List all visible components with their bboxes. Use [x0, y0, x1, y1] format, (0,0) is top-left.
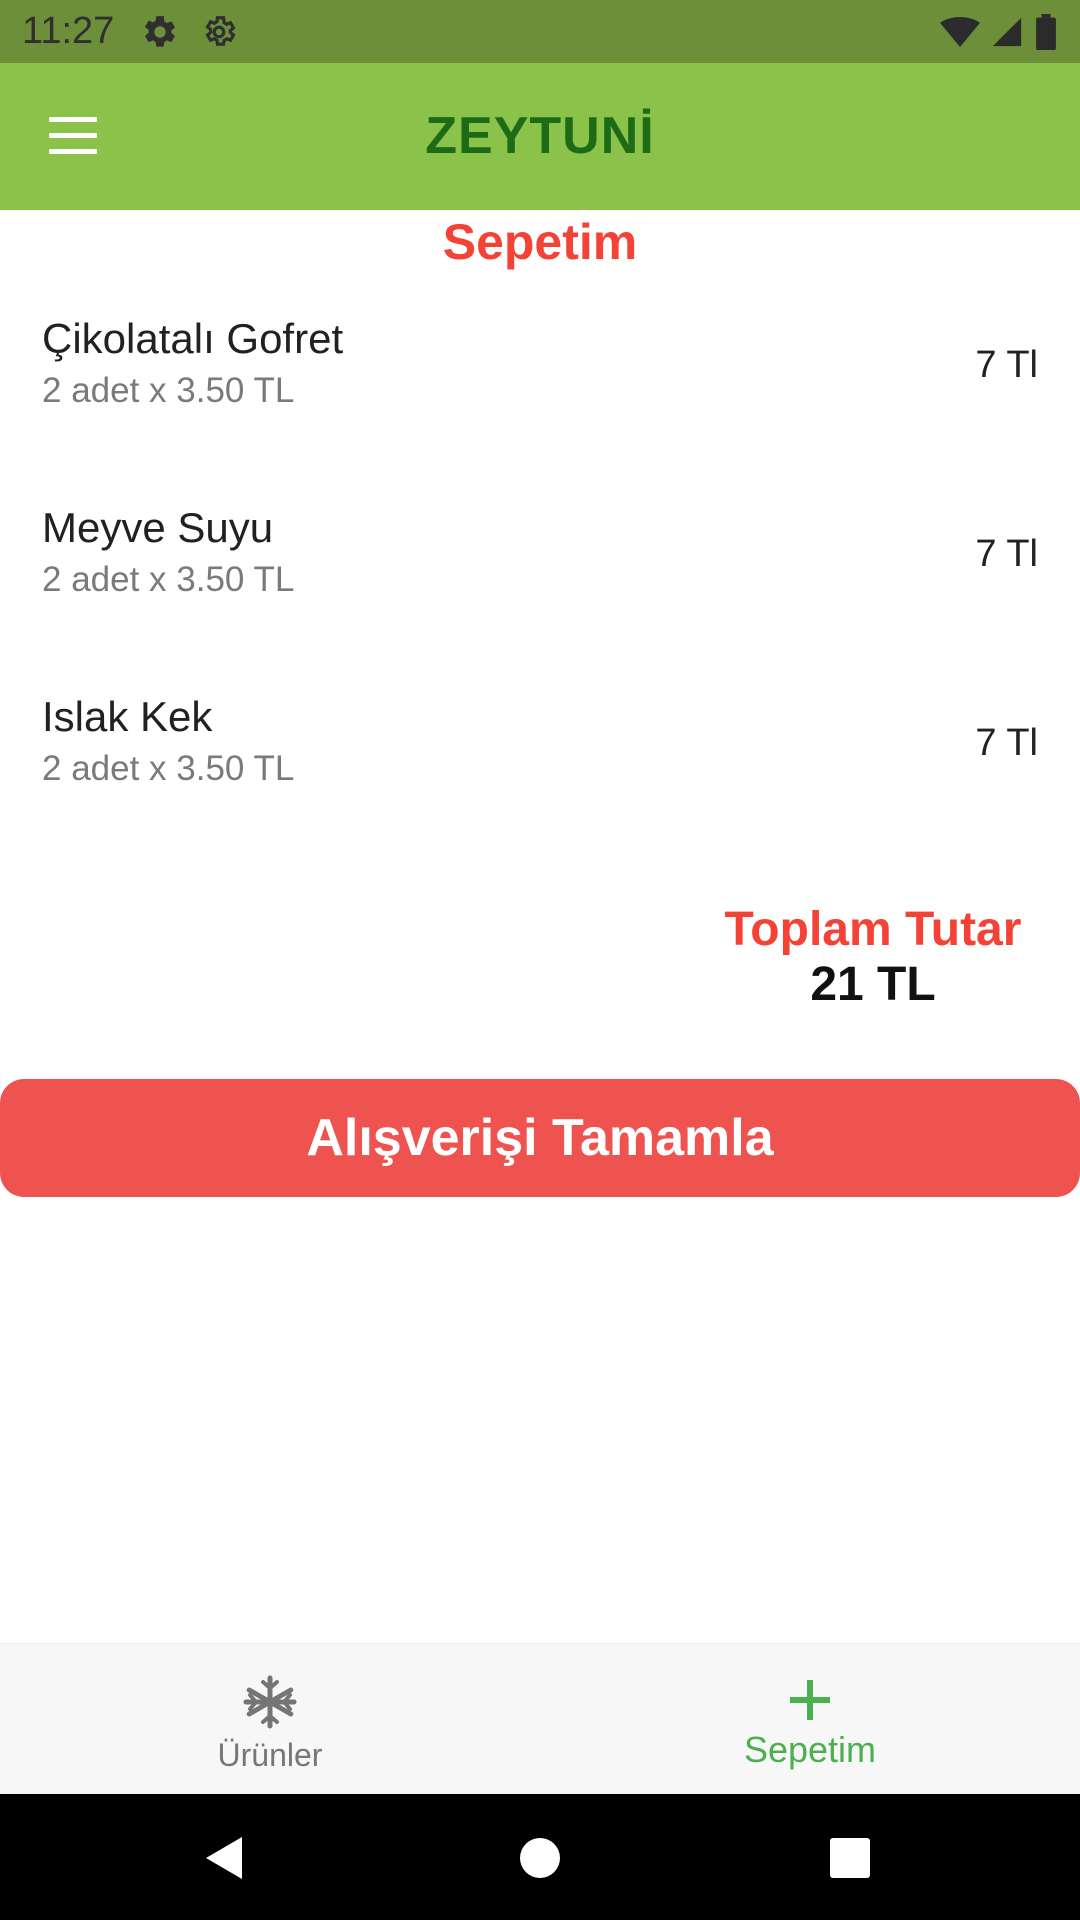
- item-detail: 2 adet x 3.50 TL: [42, 560, 295, 599]
- signal-icon: [992, 17, 1022, 47]
- plus-icon: [790, 1680, 830, 1720]
- list-item[interactable]: Çikolatalı Gofret 2 adet x 3.50 TL 7 Tl: [0, 300, 1080, 489]
- item-total: 7 Tl: [975, 722, 1038, 764]
- item-detail: 2 adet x 3.50 TL: [42, 749, 295, 788]
- nav-label-cart: Sepetim: [743, 1729, 877, 1770]
- item-detail: 2 adet x 3.50 TL: [42, 371, 295, 410]
- item-name: Çikolatalı Gofret: [42, 315, 344, 362]
- battery-icon: [1036, 14, 1056, 50]
- system-navigation-bar: [0, 1794, 1080, 1920]
- nav-label-products: Ürünler: [217, 1737, 323, 1773]
- wifi-icon: [940, 17, 980, 47]
- list-item[interactable]: Meyve Suyu 2 adet x 3.50 TL 7 Tl: [0, 489, 1080, 678]
- nav-item-products[interactable]: Ürünler: [0, 1644, 540, 1795]
- cart-list: Çikolatalı Gofret 2 adet x 3.50 TL 7 Tl …: [0, 300, 1080, 867]
- settings-outline-icon: [205, 16, 236, 46]
- checkout-button[interactable]: Alışverişi Tamamla: [0, 1079, 1080, 1197]
- item-name: Meyve Suyu: [42, 504, 274, 551]
- back-icon[interactable]: [198, 1831, 252, 1885]
- item-total: 7 Tl: [975, 344, 1038, 386]
- app-title: ZEYTUNİ: [425, 107, 655, 165]
- page-title: Sepetim: [442, 214, 638, 270]
- snowflake-icon: [243, 1675, 297, 1729]
- recents-icon[interactable]: [823, 1831, 877, 1885]
- total-value: 21 TL: [810, 958, 936, 1011]
- home-icon[interactable]: [513, 1831, 567, 1885]
- status-indicators: [940, 12, 1058, 52]
- bottom-navigation: Ürünler Sepetim: [0, 1643, 1080, 1795]
- settings-icon: [145, 16, 175, 47]
- nav-item-cart[interactable]: Sepetim: [540, 1644, 1080, 1795]
- item-name: Islak Kek: [42, 693, 213, 740]
- app-bar: ZEYTUNİ: [0, 63, 1080, 210]
- menu-button[interactable]: [38, 105, 108, 167]
- total-label: Toplam Tutar: [724, 903, 1022, 956]
- status-time: 11:27: [22, 10, 115, 52]
- item-total: 7 Tl: [975, 533, 1038, 575]
- status-bar: 11:27: [0, 0, 1080, 63]
- list-item[interactable]: Islak Kek 2 adet x 3.50 TL 7 Tl: [0, 678, 1080, 867]
